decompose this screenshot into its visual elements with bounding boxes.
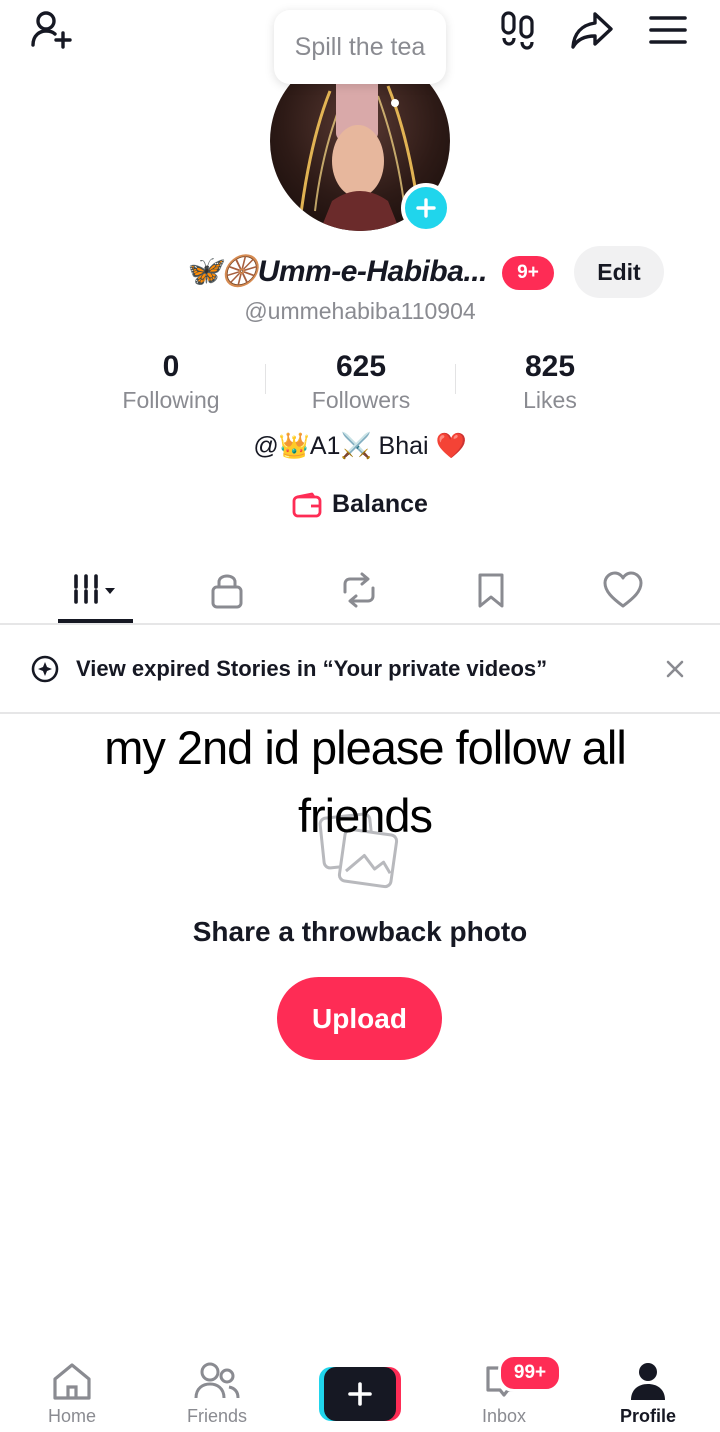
nav-friends-label: Friends (186, 1406, 248, 1426)
edit-profile-button[interactable]: Edit (574, 246, 664, 298)
likes-count: 825 (524, 350, 576, 383)
overlay-caption: my 2nd id please follow all friends (104, 721, 627, 842)
stat-likes[interactable]: 825 Likes (455, 348, 645, 414)
tab-reposts[interactable] (321, 560, 397, 620)
bookmark-icon (478, 573, 504, 608)
stories-notice-banner[interactable]: View expired Stories in “Your private vi… (0, 626, 720, 712)
close-icon (666, 660, 684, 678)
friends-icon (194, 1362, 240, 1399)
profile-views-button[interactable] (494, 6, 542, 54)
display-name: 🦋🛞Umm-e-Habiba... (184, 255, 487, 288)
divider (0, 623, 720, 625)
balance-button[interactable]: Balance (0, 490, 720, 519)
username-handle: @ummehabiba110904 (244, 298, 476, 324)
bottom-navigation: Home Friends Inbox 99+ Profile (0, 1350, 720, 1432)
share-arrow-icon (571, 12, 613, 49)
plus-icon (348, 1382, 372, 1406)
profile-name-row: 🦋🛞Umm-e-Habiba... 9+ Edit (0, 246, 720, 302)
person-add-icon (31, 11, 72, 49)
nav-home[interactable]: Home (17, 1360, 127, 1427)
nav-friends[interactable]: Friends (162, 1360, 272, 1427)
wallet-icon (292, 492, 322, 517)
stat-followers[interactable]: 625 Followers (266, 348, 456, 414)
dismiss-notice-button[interactable] (660, 654, 690, 684)
repost-icon (343, 572, 375, 608)
notification-badge[interactable]: 9+ (502, 256, 554, 290)
nav-profile[interactable]: Profile (593, 1360, 703, 1427)
nav-profile-label: Profile (619, 1406, 676, 1426)
followers-count: 625 (335, 350, 387, 383)
tab-liked[interactable] (585, 560, 661, 620)
inbox-badge: 99+ (498, 1354, 562, 1392)
tab-videos[interactable] (58, 560, 134, 620)
following-label: Following (122, 387, 220, 413)
tab-private[interactable] (189, 560, 265, 620)
likes-label: Likes (523, 387, 577, 413)
create-button[interactable] (319, 1367, 401, 1421)
hamburger-menu-icon (649, 16, 687, 44)
notice-text: View expired Stories in “Your private vi… (76, 656, 548, 681)
profile-icon (631, 1363, 665, 1400)
home-icon (53, 1363, 91, 1400)
video-grid-icon (74, 574, 115, 606)
story-sparkle-icon (31, 655, 59, 683)
empty-state-text: Share a throwback photo (192, 916, 528, 947)
heart-icon (603, 571, 643, 608)
lock-icon (211, 574, 243, 609)
share-profile-button[interactable] (568, 6, 616, 54)
add-story-button[interactable] (401, 183, 451, 233)
footprints-icon (501, 11, 534, 50)
followers-label: Followers (311, 387, 411, 413)
tab-favorites[interactable] (453, 560, 529, 620)
upload-button[interactable]: Upload (277, 977, 442, 1060)
add-friend-button[interactable] (28, 6, 76, 54)
nav-inbox-label: Inbox (481, 1406, 527, 1426)
thought-bubble[interactable]: Spill the tea (274, 10, 446, 84)
profile-bio: @👑A1⚔️ Bhai ❤️ (253, 432, 467, 460)
thought-bubble-text: Spill the tea (294, 32, 426, 61)
balance-label: Balance (332, 490, 428, 518)
plus-icon (416, 198, 436, 218)
stat-following[interactable]: 0 Following (76, 348, 266, 414)
nav-home-label: Home (47, 1406, 96, 1426)
menu-button[interactable] (644, 6, 692, 54)
following-count: 0 (162, 350, 180, 383)
